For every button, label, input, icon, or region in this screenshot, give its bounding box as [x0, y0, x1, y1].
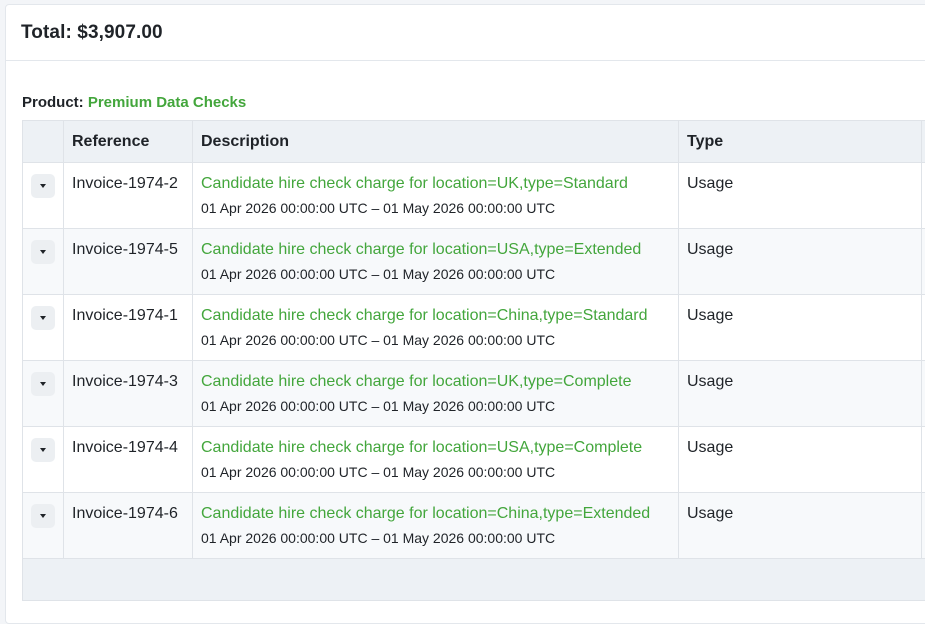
- total-amount: Total: $3,907.00: [21, 22, 163, 44]
- description-cell: Candidate hire check charge for location…: [193, 229, 679, 295]
- line-items-table: Reference Description Type Invoice-1974-…: [22, 120, 925, 601]
- description-link[interactable]: Candidate hire check charge for location…: [201, 504, 670, 524]
- product-line: Product: Premium Data Checks: [22, 94, 246, 111]
- header-expander: [23, 121, 64, 163]
- expander-cell: [23, 493, 64, 559]
- billing-period: 01 Apr 2026 00:00:00 UTC – 01 May 2026 0…: [201, 332, 670, 348]
- expand-row-button[interactable]: [31, 504, 55, 528]
- type-text: Usage: [687, 307, 733, 324]
- product-name[interactable]: Premium Data Checks: [88, 94, 246, 111]
- header-type[interactable]: Type: [679, 121, 922, 163]
- reference-cell: Invoice-1974-5: [64, 229, 193, 295]
- caret-down-icon: [38, 183, 48, 189]
- reference-text: Invoice-1974-4: [72, 439, 178, 456]
- table-footer-row: [23, 559, 925, 601]
- extra-cell: [922, 361, 925, 427]
- table-header-row: Reference Description Type: [23, 121, 925, 163]
- description-cell: Candidate hire check charge for location…: [193, 493, 679, 559]
- table-row: Invoice-1974-1 Candidate hire check char…: [23, 295, 925, 361]
- type-text: Usage: [687, 505, 733, 522]
- type-cell: Usage: [679, 361, 922, 427]
- type-text: Usage: [687, 175, 733, 192]
- description-link[interactable]: Candidate hire check charge for location…: [201, 372, 670, 392]
- reference-cell: Invoice-1974-2: [64, 163, 193, 229]
- reference-cell: Invoice-1974-6: [64, 493, 193, 559]
- expander-cell: [23, 427, 64, 493]
- caret-down-icon: [38, 447, 48, 453]
- description-cell: Candidate hire check charge for location…: [193, 295, 679, 361]
- expander-cell: [23, 295, 64, 361]
- reference-cell: Invoice-1974-1: [64, 295, 193, 361]
- total-bar: Total: $3,907.00: [6, 5, 925, 61]
- extra-cell: [922, 163, 925, 229]
- product-label: Product:: [22, 94, 84, 111]
- billing-period: 01 Apr 2026 00:00:00 UTC – 01 May 2026 0…: [201, 266, 670, 282]
- table-row: Invoice-1974-2 Candidate hire check char…: [23, 163, 925, 229]
- table-row: Invoice-1974-4 Candidate hire check char…: [23, 427, 925, 493]
- description-link[interactable]: Candidate hire check charge for location…: [201, 306, 670, 326]
- reference-text: Invoice-1974-3: [72, 373, 178, 390]
- type-text: Usage: [687, 439, 733, 456]
- caret-down-icon: [38, 381, 48, 387]
- extra-cell: [922, 229, 925, 295]
- type-cell: Usage: [679, 229, 922, 295]
- description-cell: Candidate hire check charge for location…: [193, 427, 679, 493]
- expand-row-button[interactable]: [31, 174, 55, 198]
- reference-text: Invoice-1974-1: [72, 307, 178, 324]
- description-cell: Candidate hire check charge for location…: [193, 163, 679, 229]
- type-cell: Usage: [679, 295, 922, 361]
- extra-cell: [922, 295, 925, 361]
- table-row: Invoice-1974-3 Candidate hire check char…: [23, 361, 925, 427]
- description-cell: Candidate hire check charge for location…: [193, 361, 679, 427]
- table-body: Invoice-1974-2 Candidate hire check char…: [23, 163, 925, 601]
- expand-row-button[interactable]: [31, 372, 55, 396]
- caret-down-icon: [38, 315, 48, 321]
- description-link[interactable]: Candidate hire check charge for location…: [201, 174, 670, 194]
- table-row: Invoice-1974-5 Candidate hire check char…: [23, 229, 925, 295]
- extra-cell: [922, 493, 925, 559]
- expander-cell: [23, 361, 64, 427]
- expand-row-button[interactable]: [31, 438, 55, 462]
- expander-cell: [23, 163, 64, 229]
- expand-row-button[interactable]: [31, 240, 55, 264]
- expander-cell: [23, 229, 64, 295]
- reference-text: Invoice-1974-5: [72, 241, 178, 258]
- header-extra: [922, 121, 925, 163]
- caret-down-icon: [38, 513, 48, 519]
- type-cell: Usage: [679, 427, 922, 493]
- type-text: Usage: [687, 373, 733, 390]
- reference-text: Invoice-1974-6: [72, 505, 178, 522]
- table-row: Invoice-1974-6 Candidate hire check char…: [23, 493, 925, 559]
- type-text: Usage: [687, 241, 733, 258]
- billing-period: 01 Apr 2026 00:00:00 UTC – 01 May 2026 0…: [201, 398, 670, 414]
- reference-cell: Invoice-1974-3: [64, 361, 193, 427]
- type-cell: Usage: [679, 493, 922, 559]
- type-cell: Usage: [679, 163, 922, 229]
- description-link[interactable]: Candidate hire check charge for location…: [201, 438, 670, 458]
- header-reference[interactable]: Reference: [64, 121, 193, 163]
- billing-period: 01 Apr 2026 00:00:00 UTC – 01 May 2026 0…: [201, 464, 670, 480]
- extra-cell: [922, 427, 925, 493]
- invoice-card: Total: $3,907.00 Product: Premium Data C…: [5, 4, 925, 624]
- reference-text: Invoice-1974-2: [72, 175, 178, 192]
- header-description[interactable]: Description: [193, 121, 679, 163]
- caret-down-icon: [38, 249, 48, 255]
- description-link[interactable]: Candidate hire check charge for location…: [201, 240, 670, 260]
- table-footer: [23, 559, 925, 601]
- billing-period: 01 Apr 2026 00:00:00 UTC – 01 May 2026 0…: [201, 200, 670, 216]
- reference-cell: Invoice-1974-4: [64, 427, 193, 493]
- expand-row-button[interactable]: [31, 306, 55, 330]
- billing-period: 01 Apr 2026 00:00:00 UTC – 01 May 2026 0…: [201, 530, 670, 546]
